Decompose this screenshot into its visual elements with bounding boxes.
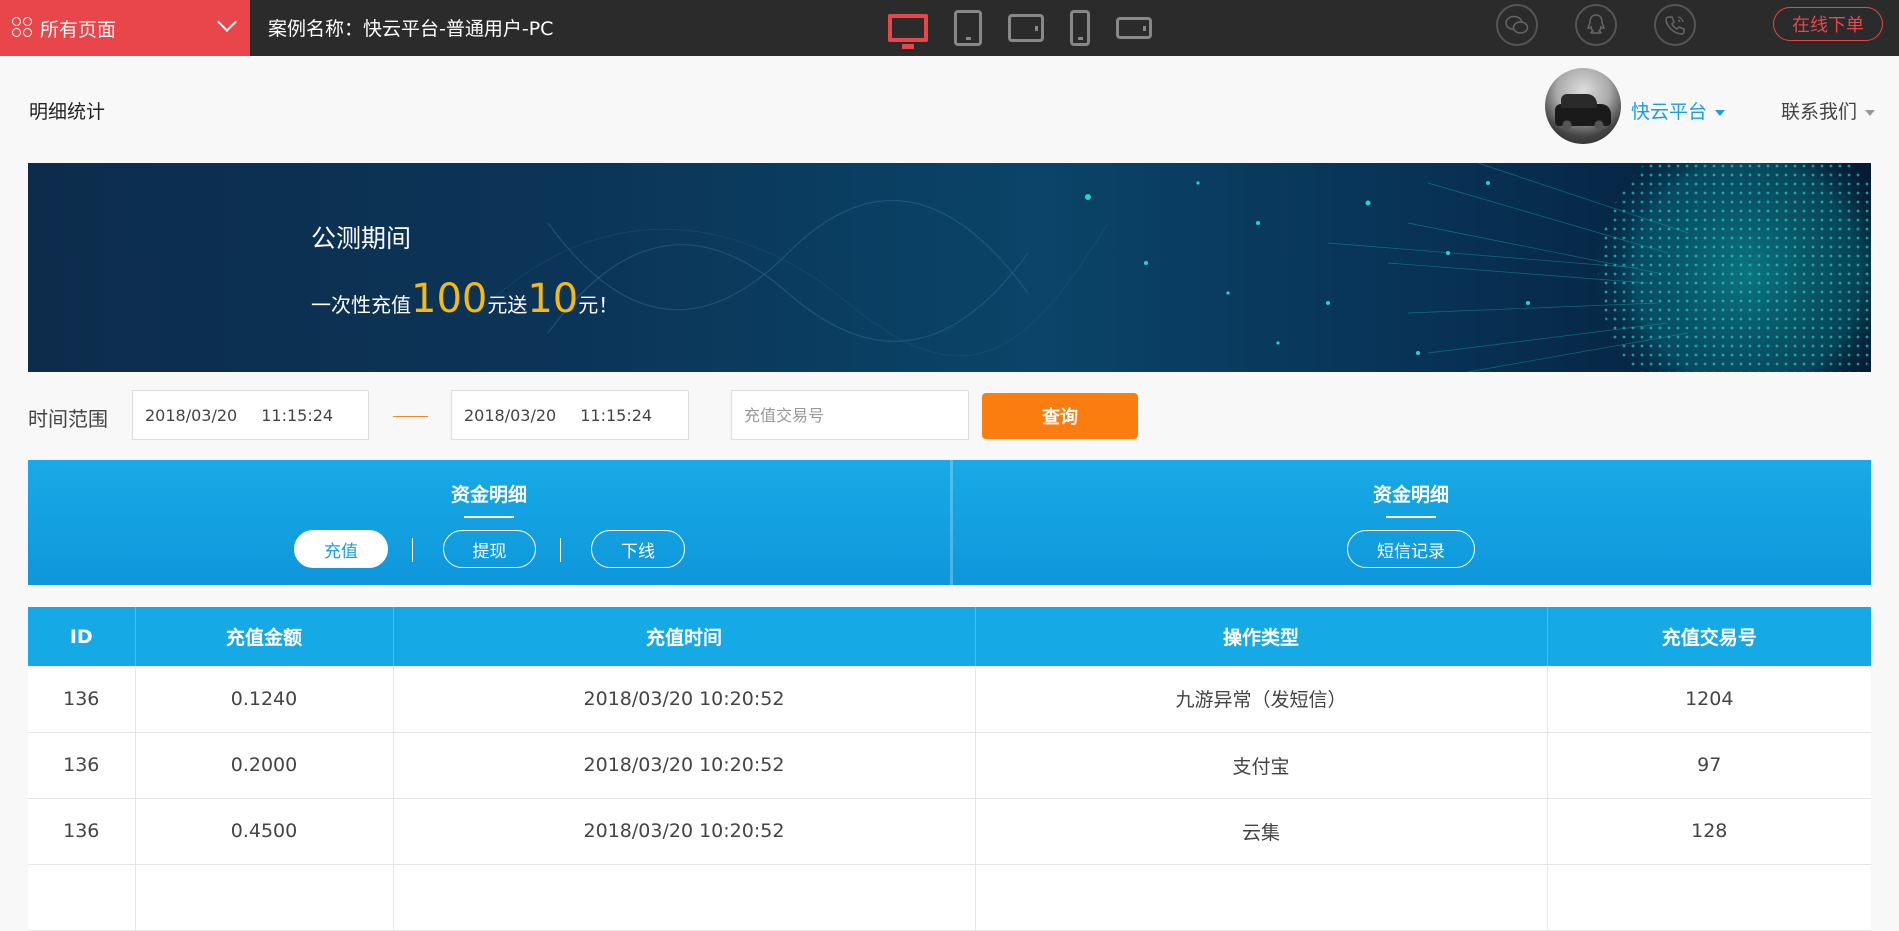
tab-withdraw[interactable]: 提现 xyxy=(443,530,536,568)
time-range-label: 时间范围 xyxy=(28,407,108,431)
end-datetime-field[interactable]: 2018/03/20 11:15:24 xyxy=(451,390,689,440)
cell-id: 136 xyxy=(28,666,136,733)
qq-icon[interactable] xyxy=(1575,4,1617,46)
cell-amount xyxy=(135,864,394,931)
table-row[interactable]: 136 0.1240 2018/03/20 10:20:52 九游异常（发短信）… xyxy=(28,666,1871,733)
txn-number-input[interactable] xyxy=(744,405,968,425)
cell-time: 2018/03/20 10:20:52 xyxy=(393,732,976,799)
tab-separator xyxy=(560,538,561,562)
chevron-down-icon xyxy=(217,12,237,32)
avatar[interactable] xyxy=(1545,68,1621,144)
banner-graphic xyxy=(477,163,1871,372)
cell-id: 136 xyxy=(28,798,136,865)
promo-suffix: 元！ xyxy=(578,293,619,317)
caret-down-icon xyxy=(1865,109,1876,116)
tab-separator xyxy=(412,538,413,562)
recharge-table: ID 充值金额 充值时间 操作类型 充值交易号 136 0.1240 2018/… xyxy=(28,607,1871,931)
cell-txn: 97 xyxy=(1547,732,1871,799)
top-bar: 所有页面 案例名称：快云平台-普通用户-PC 在线下单 xyxy=(0,0,1899,56)
cell-amount: 0.1240 xyxy=(135,666,394,733)
table-header-row: ID 充值金额 充值时间 操作类型 充值交易号 xyxy=(28,607,1871,666)
cell-time xyxy=(393,864,976,931)
funds-detail-title: 资金明细 xyxy=(389,480,589,518)
column-header[interactable]: 充值金额 xyxy=(135,607,394,666)
promo-amount: 100 xyxy=(411,276,488,322)
all-pages-label: 所有页面 xyxy=(40,18,117,41)
car-image xyxy=(1555,94,1611,130)
cell-type: 九游异常（发短信） xyxy=(975,666,1548,733)
table-row[interactable]: 136 0.4500 2018/03/20 10:20:52 云集 128 xyxy=(28,798,1871,865)
funds-detail-title-right: 资金明细 xyxy=(1311,480,1511,518)
all-pages-menu[interactable]: 所有页面 xyxy=(0,0,250,56)
column-header[interactable]: ID xyxy=(28,607,136,666)
user-name: 快云平台 xyxy=(1631,101,1708,123)
promo-prefix: 一次性充值 xyxy=(311,293,411,317)
start-datetime-field[interactable]: 2018/03/20 11:15:24 xyxy=(132,390,369,440)
column-header[interactable]: 充值交易号 xyxy=(1547,607,1871,666)
cell-amount: 0.4500 xyxy=(135,798,394,865)
column-header[interactable]: 充值时间 xyxy=(393,607,976,666)
detail-tabs-panel: 资金明细 充值 提现 下线 资金明细 短信记录 xyxy=(28,460,1871,585)
column-header[interactable]: 操作类型 xyxy=(975,607,1548,666)
end-date: 2018/03/20 xyxy=(464,405,557,425)
banner-promo: 一次性充值100元送10元！ xyxy=(311,276,618,322)
wechat-icon[interactable] xyxy=(1496,4,1538,46)
start-time: 11:15:24 xyxy=(261,405,334,425)
txn-number-field[interactable] xyxy=(731,390,969,440)
case-name: 案例名称：快云平台-普通用户-PC xyxy=(268,18,554,40)
device-switcher xyxy=(888,8,1178,49)
tablet-icon[interactable] xyxy=(954,10,982,46)
promo-mid: 元送 xyxy=(487,293,528,317)
desktop-icon[interactable] xyxy=(888,14,928,49)
tab-downline[interactable]: 下线 xyxy=(591,530,685,568)
cell-time: 2018/03/20 10:20:52 xyxy=(393,798,976,865)
cell-txn: 128 xyxy=(1547,798,1871,865)
phone-landscape-icon[interactable] xyxy=(1116,17,1152,39)
cell-time: 2018/03/20 10:20:52 xyxy=(393,666,976,733)
cell-amount: 0.2000 xyxy=(135,732,394,799)
table-row[interactable] xyxy=(28,864,1871,931)
cell-txn: 1204 xyxy=(1547,666,1871,733)
range-separator xyxy=(393,416,428,417)
cell-id: 136 xyxy=(28,732,136,799)
order-online-button[interactable]: 在线下单 xyxy=(1773,7,1883,41)
cell-id xyxy=(28,864,136,931)
contact-label: 联系我们 xyxy=(1781,101,1858,123)
cell-type: 支付宝 xyxy=(975,732,1548,799)
cell-type: 云集 xyxy=(975,798,1548,865)
panel-divider xyxy=(950,460,953,585)
phone-call-icon[interactable] xyxy=(1654,4,1696,46)
promo-banner: 公测期间 一次性充值100元送10元！ xyxy=(28,163,1871,372)
user-menu[interactable]: 快云平台 xyxy=(1631,97,1726,124)
banner-title: 公测期间 xyxy=(311,224,412,253)
page-title: 明细统计 xyxy=(29,101,106,123)
tab-recharge[interactable]: 充值 xyxy=(294,530,388,568)
end-time: 11:15:24 xyxy=(580,405,653,425)
cell-type xyxy=(975,864,1548,931)
start-date: 2018/03/20 xyxy=(145,405,238,425)
phone-icon[interactable] xyxy=(1070,10,1090,46)
caret-down-icon xyxy=(1715,109,1726,116)
query-button[interactable]: 查询 xyxy=(982,393,1138,439)
promo-bonus: 10 xyxy=(527,276,579,322)
table-row[interactable]: 136 0.2000 2018/03/20 10:20:52 支付宝 97 xyxy=(28,732,1871,799)
contact-menu[interactable]: 联系我们 xyxy=(1781,97,1876,124)
tablet-landscape-icon[interactable] xyxy=(1008,14,1044,42)
tab-sms-records[interactable]: 短信记录 xyxy=(1347,530,1475,568)
cell-txn xyxy=(1547,864,1871,931)
grid-icon xyxy=(12,17,34,39)
